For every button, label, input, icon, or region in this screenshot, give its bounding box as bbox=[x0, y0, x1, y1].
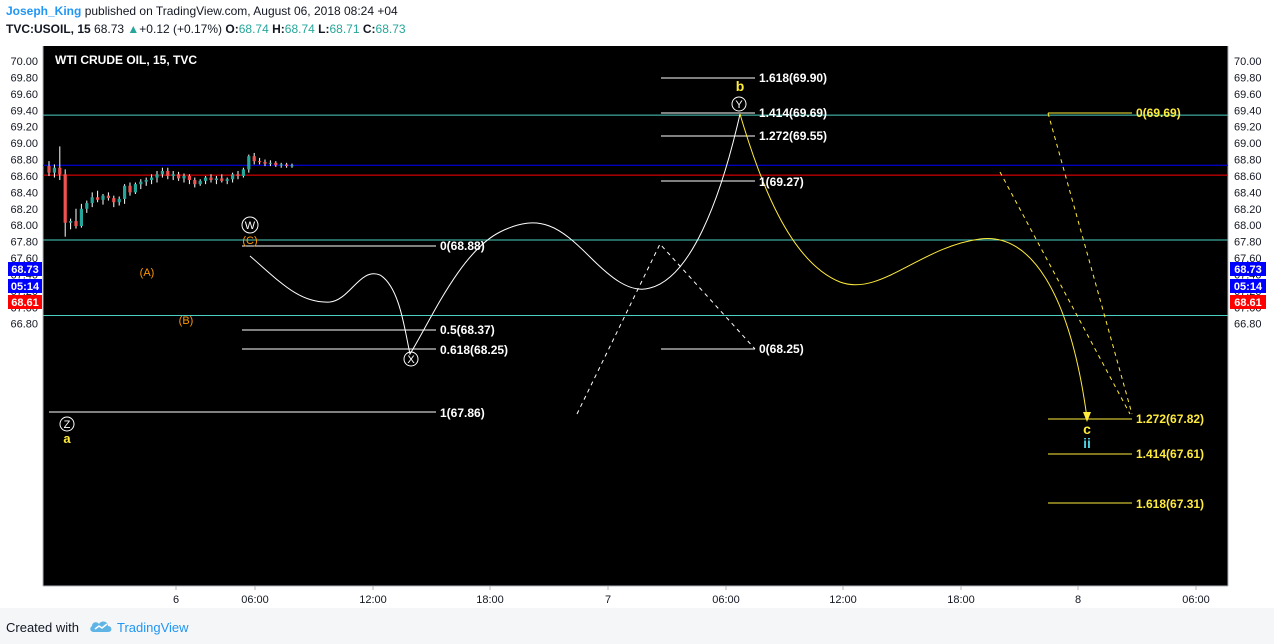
fib-label: 1.414(67.61) bbox=[1136, 447, 1204, 461]
x-tick-label: 12:00 bbox=[829, 594, 857, 606]
open-label: O: bbox=[225, 22, 239, 36]
svg-text:68.73: 68.73 bbox=[1234, 264, 1262, 276]
svg-text:68.61: 68.61 bbox=[11, 297, 39, 309]
wave-label-x: X bbox=[407, 354, 415, 366]
wave-label-b: b bbox=[736, 78, 745, 94]
y-tick-label-right: 68.60 bbox=[1234, 171, 1262, 183]
y-tick-label-left: 68.00 bbox=[10, 220, 38, 232]
wave-label-a-orange: (A) bbox=[140, 267, 155, 279]
tradingview-brand-link[interactable]: TradingView bbox=[117, 620, 189, 635]
fib-label: 1.272(67.82) bbox=[1136, 412, 1204, 426]
created-with-text: Created with bbox=[6, 620, 79, 635]
y-tick-label-left: 70.00 bbox=[10, 56, 38, 68]
symbol-name: TVC:USOIL, 15 bbox=[6, 22, 91, 36]
high-label: H: bbox=[272, 22, 285, 36]
y-tick-label-right: 69.20 bbox=[1234, 122, 1262, 134]
wave-label-ii: ii bbox=[1083, 435, 1091, 451]
fib-label: 1.272(69.55) bbox=[759, 129, 827, 143]
y-tick-label-right: 68.80 bbox=[1234, 155, 1262, 167]
fib-label: 0.618(68.25) bbox=[440, 343, 508, 357]
low-value: 68.71 bbox=[329, 22, 360, 36]
symbol-info: TVC:USOIL, 15 68.73 ▲+0.12 (+0.17%) O:68… bbox=[6, 22, 406, 36]
price-chart[interactable]: WTI CRUDE OIL, 15, TVC 70.00 69.80 69.60 69… bbox=[0, 42, 1274, 608]
x-tick-label: 6 bbox=[173, 594, 179, 606]
close-value: 68.73 bbox=[375, 22, 406, 36]
wave-label-b-orange: (B) bbox=[179, 315, 194, 327]
wave-label-a: a bbox=[63, 431, 71, 446]
svg-text:05:14: 05:14 bbox=[1234, 281, 1263, 293]
x-tick-label: 18:00 bbox=[476, 594, 504, 606]
published-text: published on TradingView.com, August 06,… bbox=[84, 4, 398, 18]
y-tick-label-left: 68.60 bbox=[10, 171, 38, 183]
up-arrow-icon: ▲ bbox=[127, 22, 140, 36]
svg-text:68.61: 68.61 bbox=[1234, 297, 1262, 309]
wave-label-w: W bbox=[245, 220, 256, 232]
author-link[interactable]: Joseph_King bbox=[6, 4, 81, 18]
close-label: C: bbox=[362, 22, 376, 36]
fib-label: 1(67.86) bbox=[440, 406, 485, 420]
fib-label: 1.414(69.69) bbox=[759, 106, 827, 120]
y-tick-label-left: 69.20 bbox=[10, 122, 38, 134]
price-tag-right: 68.61 bbox=[1230, 295, 1266, 309]
y-tick-label-left: 68.40 bbox=[10, 187, 38, 199]
y-tick-label-left: 69.80 bbox=[10, 72, 38, 84]
x-tick-label: 12:00 bbox=[359, 594, 387, 606]
y-tick-label-left: 69.40 bbox=[10, 105, 38, 117]
publish-info: Joseph_King published on TradingView.com… bbox=[6, 4, 398, 18]
x-tick-label: 06:00 bbox=[241, 594, 269, 606]
wave-label-z: Z bbox=[64, 419, 71, 431]
chart-title: WTI CRUDE OIL, 15, TVC bbox=[55, 53, 197, 67]
y-tick-label-right: 68.20 bbox=[1234, 204, 1262, 216]
x-tick-label: 8 bbox=[1075, 594, 1081, 606]
svg-text:05:14: 05:14 bbox=[11, 281, 40, 293]
candle bbox=[133, 182, 137, 195]
fib-label: 0(69.69) bbox=[1136, 106, 1181, 120]
y-tick-label-left: 69.60 bbox=[10, 89, 38, 101]
x-tick-label: 06:00 bbox=[712, 594, 740, 606]
price-tag-left: 68.61 bbox=[8, 295, 42, 309]
y-tick-label-left: 68.80 bbox=[10, 155, 38, 167]
svg-text:68.73: 68.73 bbox=[11, 264, 39, 276]
price-tag-left: 05:14 bbox=[8, 279, 42, 293]
y-tick-label-right: 67.80 bbox=[1234, 237, 1262, 249]
y-tick-label-right: 69.00 bbox=[1234, 138, 1262, 150]
fib-label: 1.618(69.90) bbox=[759, 71, 827, 85]
wave-label-c-orange: (C) bbox=[242, 235, 257, 247]
tradingview-cloud-icon[interactable] bbox=[88, 618, 114, 634]
fib-label: 0(68.88) bbox=[440, 239, 485, 253]
y-tick-label-right: 68.40 bbox=[1234, 187, 1262, 199]
price-tag-left: 68.73 bbox=[8, 262, 42, 276]
x-tick-label: 7 bbox=[605, 594, 611, 606]
x-tick-label: 06:00 bbox=[1182, 594, 1210, 606]
wave-label-y: Y bbox=[735, 99, 743, 111]
fib-label: 1(69.27) bbox=[759, 175, 804, 189]
y-tick-label-left: 69.00 bbox=[10, 138, 38, 150]
price-change: +0.12 (+0.17%) bbox=[139, 22, 223, 36]
price-tag-right: 05:14 bbox=[1230, 279, 1266, 293]
y-tick-label-left: 67.80 bbox=[10, 237, 38, 249]
fib-label: 0(68.25) bbox=[759, 342, 804, 356]
x-tick-label: 18:00 bbox=[947, 594, 975, 606]
y-tick-label-right: 66.80 bbox=[1234, 319, 1262, 331]
price-tag-right: 68.73 bbox=[1230, 262, 1266, 276]
y-tick-label-right: 69.80 bbox=[1234, 72, 1262, 84]
fib-label: 0.5(68.37) bbox=[440, 323, 495, 337]
fib-label: 1.618(67.31) bbox=[1136, 497, 1204, 511]
y-tick-label-right: 69.60 bbox=[1234, 89, 1262, 101]
y-tick-label-right: 68.00 bbox=[1234, 220, 1262, 232]
high-value: 68.74 bbox=[284, 22, 315, 36]
open-value: 68.74 bbox=[238, 22, 269, 36]
y-tick-label-left: 66.80 bbox=[10, 319, 38, 331]
y-tick-label-left: 68.20 bbox=[10, 204, 38, 216]
footer: Created with TradingView bbox=[0, 608, 1274, 644]
y-tick-label-right: 69.40 bbox=[1234, 105, 1262, 117]
low-label: L: bbox=[318, 22, 330, 36]
y-tick-label-right: 70.00 bbox=[1234, 56, 1262, 68]
last-price: 68.73 bbox=[94, 22, 125, 36]
